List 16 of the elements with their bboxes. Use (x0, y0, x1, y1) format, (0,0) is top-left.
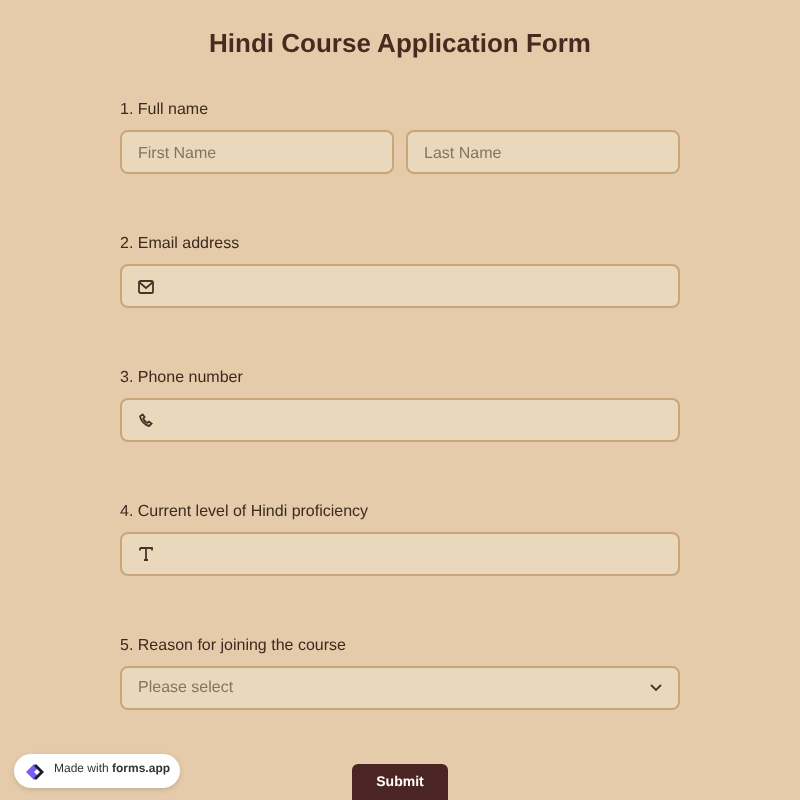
question-label: 1. Full name (120, 100, 211, 120)
envelope-icon (138, 279, 154, 293)
text-icon (138, 546, 154, 562)
chevron-down-icon (650, 684, 662, 692)
name-field[interactable]: Last Name (406, 130, 680, 174)
form-title: Hindi Course Application Form (209, 28, 591, 60)
input-field[interactable] (120, 532, 680, 576)
input-field[interactable] (120, 264, 680, 308)
input-field[interactable] (120, 398, 680, 442)
question-label: 4. Current level of Hindi proficiency (120, 502, 371, 522)
phone-icon (138, 412, 154, 428)
name-field[interactable]: First Name (120, 130, 394, 174)
question-label: 5. Reason for joining the course (120, 636, 348, 656)
question-label: 2. Email address (120, 234, 242, 254)
logo-icon (24, 761, 46, 781)
question-label: 3. Phone number (120, 368, 245, 388)
